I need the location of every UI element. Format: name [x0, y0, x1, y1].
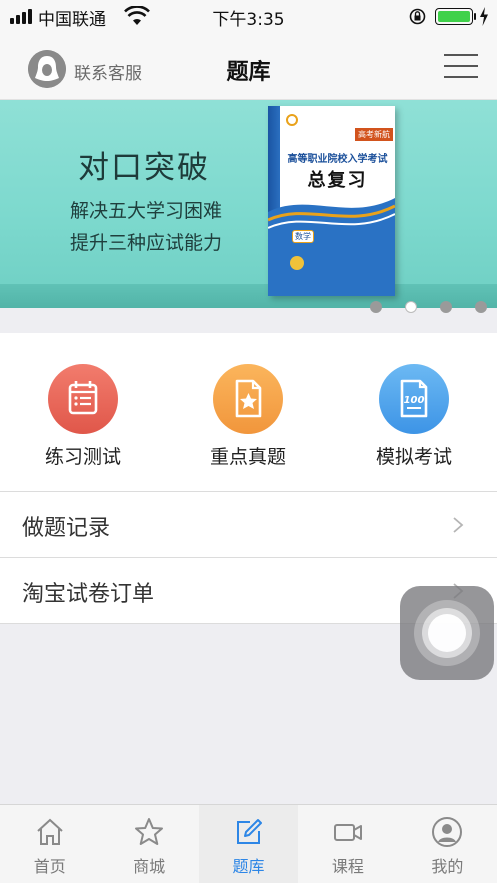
promo-banner[interactable]: 对口突破 解决五大学习困难 提升三种应试能力 高考新航 高等职业院校入学考试 总… [0, 100, 497, 308]
header: 联系客服 题库 [0, 34, 497, 100]
video-camera-icon [333, 824, 362, 841]
carousel-dot[interactable] [370, 301, 382, 313]
carousel-dot[interactable] [440, 301, 452, 313]
rotation-lock-icon [409, 8, 426, 25]
practice-test-label: 练习测试 [44, 446, 121, 468]
list-item-practice-records[interactable]: 做题记录 [0, 492, 497, 558]
key-questions-label: 重点真题 [209, 446, 286, 468]
tab-mall[interactable]: 商城 [99, 805, 198, 883]
tab-label: 题库 [232, 857, 265, 876]
carousel-dot[interactable] [475, 301, 487, 313]
key-questions-button[interactable]: 重点真题 [193, 364, 303, 469]
tab-mine[interactable]: 我的 [398, 805, 497, 883]
practice-test-button[interactable]: 练习测试 [28, 364, 138, 469]
page-title: 题库 [226, 60, 271, 85]
calendar-checklist-icon [48, 364, 118, 434]
star-icon [135, 818, 164, 845]
mock-exam-label: 模拟考试 [375, 446, 452, 468]
battery-icon [435, 8, 473, 25]
tab-label: 首页 [33, 857, 66, 876]
star-document-icon [213, 364, 283, 434]
tab-courses[interactable]: 课程 [298, 805, 397, 883]
quick-actions: 练习测试 重点真题 100 模拟考试 [0, 333, 497, 491]
publisher-logo-icon [286, 114, 298, 126]
chevron-right-icon [453, 517, 464, 533]
tab-label: 我的 [431, 857, 464, 876]
edit-icon [236, 819, 262, 844]
assistive-touch-button[interactable] [400, 586, 494, 680]
banner-title: 对口突破 [78, 150, 210, 186]
book-subtitle: 高等职业院校入学考试 [287, 154, 388, 165]
list-item-label: 淘宝试卷订单 [22, 582, 155, 607]
user-icon [432, 817, 463, 847]
carousel-dot-active[interactable] [405, 301, 417, 313]
book-subject-badge: 数学 [292, 230, 314, 243]
list-item-label: 做题记录 [22, 516, 111, 541]
home-icon [37, 818, 63, 845]
tab-home[interactable]: 首页 [0, 805, 99, 883]
charging-icon [480, 7, 488, 26]
carousel-indicator [370, 301, 487, 313]
score-100-icon: 100 [379, 364, 449, 434]
hamburger-menu-icon[interactable] [444, 52, 478, 80]
mock-exam-button[interactable]: 100 模拟考试 [359, 364, 469, 469]
book-edition-tag: 高考新航 [355, 128, 393, 141]
book-cover-image: 高考新航 高等职业院校入学考试 总复习 数学 [268, 106, 395, 296]
tab-label: 商城 [133, 857, 166, 876]
svg-text:100: 100 [404, 395, 425, 406]
status-bar: 中国联通 下午3:35 [0, 0, 497, 34]
banner-tagline-1: 解决五大学习困难 [70, 200, 223, 222]
tab-question-bank[interactable]: 题库 [198, 805, 299, 883]
tab-bar: 首页 商城 题库 课程 我的 [0, 804, 497, 883]
banner-tagline-2: 提升三种应试能力 [70, 232, 223, 254]
seal-icon [290, 256, 304, 270]
book-title: 总复习 [307, 170, 368, 191]
tab-label: 课程 [331, 857, 364, 876]
